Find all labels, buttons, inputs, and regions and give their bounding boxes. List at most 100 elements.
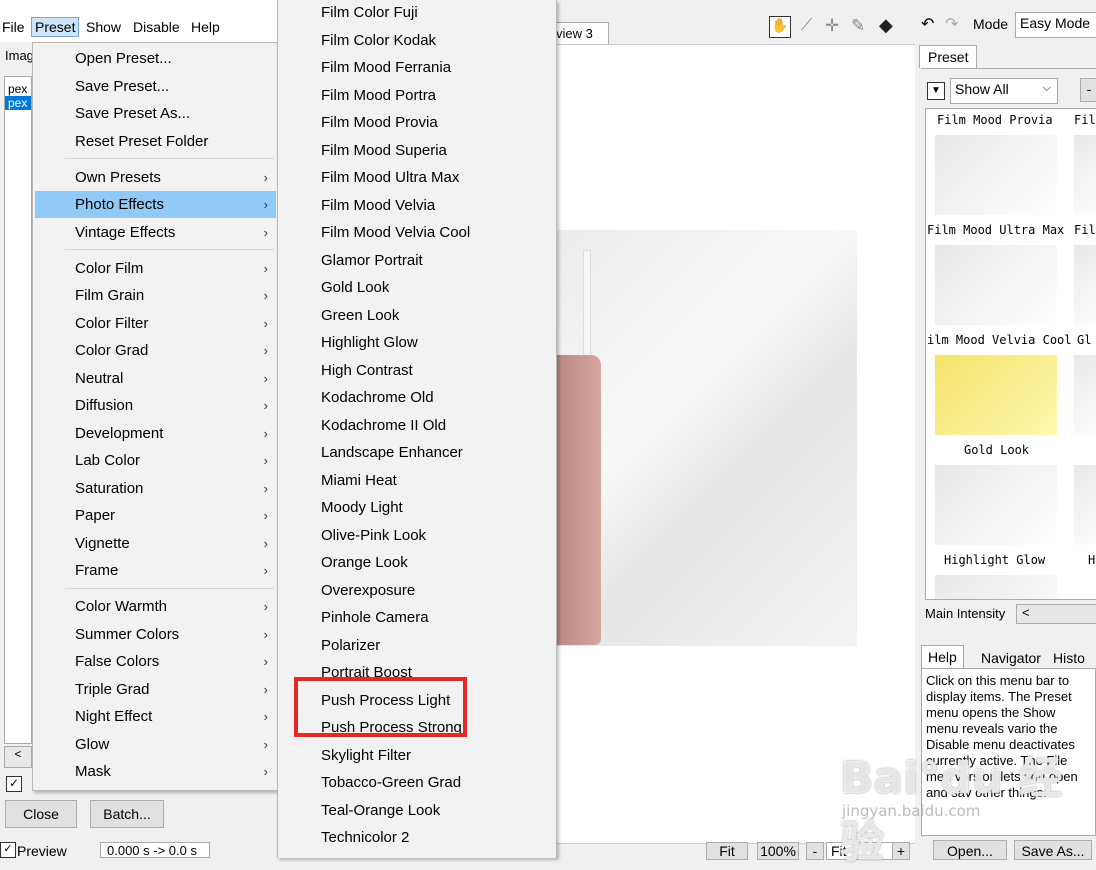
preset-menu-item[interactable]: Color Grad ›: [35, 337, 276, 364]
photo-effect-item[interactable]: Film Color Kodak: [278, 28, 556, 55]
list-item-selected[interactable]: pex: [5, 96, 31, 110]
image-list[interactable]: pex pex: [4, 76, 32, 744]
list-item[interactable]: pex: [5, 82, 31, 96]
preset-thumb[interactable]: [1074, 355, 1096, 435]
preset-menu-item[interactable]: Save Preset...: [35, 73, 276, 100]
photo-effect-item[interactable]: Pinhole Camera: [278, 605, 556, 632]
tab-preset[interactable]: Preset: [919, 45, 978, 68]
preset-menu-item[interactable]: Mask ›: [35, 758, 276, 785]
preset-menu-item[interactable]: Night Effect ›: [35, 703, 276, 730]
preset-menu-item[interactable]: Vintage Effects ›: [35, 219, 276, 246]
preset-menu-item[interactable]: Frame ›: [35, 557, 276, 584]
thumb-caption: Gold Look: [964, 443, 1030, 457]
preset-menu-item[interactable]: Glow ›: [35, 731, 276, 758]
photo-effect-item[interactable]: High Contrast: [278, 358, 556, 385]
photo-effect-item[interactable]: Film Mood Ultra Max: [278, 165, 556, 192]
zoom-100-button[interactable]: 100%: [757, 842, 799, 860]
photo-effect-item[interactable]: Tobacco-Green Grad: [278, 770, 556, 797]
split-view-icon[interactable]: ◆: [879, 15, 893, 36]
preview-checkbox-icon[interactable]: ✓: [0, 842, 16, 858]
preset-thumb[interactable]: [1074, 465, 1096, 545]
preset-action-button[interactable]: -: [1080, 78, 1096, 102]
tab-help[interactable]: Help: [921, 645, 964, 668]
preset-menu-item[interactable]: Saturation ›: [35, 475, 276, 502]
dropdown-arrow-icon[interactable]: ▼: [927, 82, 945, 100]
tab-navigator[interactable]: Navigator: [981, 650, 1041, 666]
photo-effect-item[interactable]: Overexposure: [278, 578, 556, 605]
scroll-left-icon[interactable]: <: [4, 746, 32, 768]
preset-menu-item[interactable]: Save Preset As...: [35, 100, 276, 127]
preset-menu-item[interactable]: Triple Grad ›: [35, 676, 276, 703]
preset-menu-item[interactable]: Diffusion ›: [35, 392, 276, 419]
scroll-left-icon[interactable]: <: [1022, 605, 1030, 620]
photo-effect-item[interactable]: Film Mood Ferrania: [278, 55, 556, 82]
menu-show[interactable]: Show: [86, 19, 121, 35]
photo-effect-item[interactable]: Landscape Enhancer: [278, 440, 556, 467]
preset-menu-item[interactable]: Color Warmth ›: [35, 593, 276, 620]
show-all-select[interactable]: Show All ⌵: [950, 78, 1058, 104]
menu-preset[interactable]: Preset: [31, 17, 80, 37]
preset-menu-item[interactable]: Film Grain ›: [35, 282, 276, 309]
intensity-slider[interactable]: <: [1016, 604, 1096, 624]
preset-menu-item[interactable]: Open Preset...: [35, 45, 276, 72]
preset-menu-item[interactable]: Development ›: [35, 420, 276, 447]
preset-menu-item[interactable]: Paper ›: [35, 502, 276, 529]
preset-menu-item[interactable]: Color Filter ›: [35, 310, 276, 337]
preset-thumb[interactable]: [935, 575, 1057, 599]
chevron-right-icon: ›: [263, 508, 268, 523]
photo-effect-item[interactable]: Skylight Filter: [278, 743, 556, 770]
preset-thumb[interactable]: [935, 355, 1057, 435]
eyedropper-icon[interactable]: ⟋: [801, 17, 812, 35]
photo-effect-item[interactable]: Gold Look: [278, 275, 556, 302]
preset-thumb[interactable]: [1074, 245, 1096, 325]
photo-effect-item[interactable]: Glamor Portrait: [278, 248, 556, 275]
menu-file[interactable]: File: [2, 19, 25, 35]
preset-menu-item[interactable]: Photo Effects ›: [35, 191, 276, 218]
photo-effect-item[interactable]: Green Look: [278, 303, 556, 330]
photo-effect-item[interactable]: Film Color Fuji: [278, 0, 556, 27]
preset-menu-item[interactable]: Vignette ›: [35, 530, 276, 557]
preset-menu-item[interactable]: Own Presets ›: [35, 164, 276, 191]
image-tab-label[interactable]: Imag: [5, 48, 34, 63]
batch-button[interactable]: Batch...: [90, 800, 164, 828]
photo-effect-item[interactable]: Film Mood Velvia Cool: [278, 220, 556, 247]
fit-button[interactable]: Fit: [706, 842, 748, 860]
checkbox-icon[interactable]: ✓: [6, 776, 22, 792]
hand-tool-icon[interactable]: ✋: [769, 16, 791, 38]
preset-thumb[interactable]: [1074, 135, 1096, 215]
brush-icon[interactable]: ✎: [851, 16, 865, 36]
redo-icon[interactable]: ↷: [945, 14, 958, 34]
preset-menu-item[interactable]: Summer Colors ›: [35, 621, 276, 648]
photo-effect-item[interactable]: Polarizer: [278, 633, 556, 660]
photo-effect-item[interactable]: Teal-Orange Look: [278, 798, 556, 825]
photo-effect-item[interactable]: Technicolor 2: [278, 825, 556, 852]
photo-effect-item[interactable]: Miami Heat: [278, 468, 556, 495]
preset-thumb[interactable]: [935, 245, 1057, 325]
photo-effect-item[interactable]: Film Mood Velvia: [278, 193, 556, 220]
close-button[interactable]: Close: [5, 800, 77, 828]
mode-select[interactable]: Easy Mode: [1015, 12, 1096, 38]
preset-menu-item[interactable]: Color Film ›: [35, 255, 276, 282]
preset-gallery[interactable]: Film Mood Provia Fil Film Mood Ultra Max…: [925, 108, 1096, 600]
preset-menu-item[interactable]: Lab Color ›: [35, 447, 276, 474]
tab-histogram[interactable]: Histo: [1053, 650, 1085, 666]
preset-thumb[interactable]: [935, 135, 1057, 215]
photo-effect-item[interactable]: Highlight Glow: [278, 330, 556, 357]
zoom-out-button[interactable]: -: [806, 842, 824, 860]
photo-effect-item[interactable]: Orange Look: [278, 550, 556, 577]
menu-disable[interactable]: Disable: [133, 19, 180, 35]
photo-effect-item[interactable]: Film Mood Portra: [278, 83, 556, 110]
preset-thumb[interactable]: [935, 465, 1057, 545]
preset-menu-item[interactable]: False Colors ›: [35, 648, 276, 675]
photo-effect-item[interactable]: Film Mood Superia: [278, 138, 556, 165]
photo-effect-item[interactable]: Olive-Pink Look: [278, 523, 556, 550]
preset-menu-item[interactable]: Neutral ›: [35, 365, 276, 392]
crosshair-icon[interactable]: ✛: [825, 16, 839, 36]
menu-help[interactable]: Help: [191, 19, 220, 35]
photo-effect-item[interactable]: Moody Light: [278, 495, 556, 522]
photo-effect-item[interactable]: Film Mood Provia: [278, 110, 556, 137]
photo-effect-item[interactable]: Kodachrome Old: [278, 385, 556, 412]
preset-menu-item[interactable]: Reset Preset Folder: [35, 128, 276, 155]
photo-effect-item[interactable]: Kodachrome II Old: [278, 413, 556, 440]
undo-icon[interactable]: ↶: [921, 14, 934, 34]
